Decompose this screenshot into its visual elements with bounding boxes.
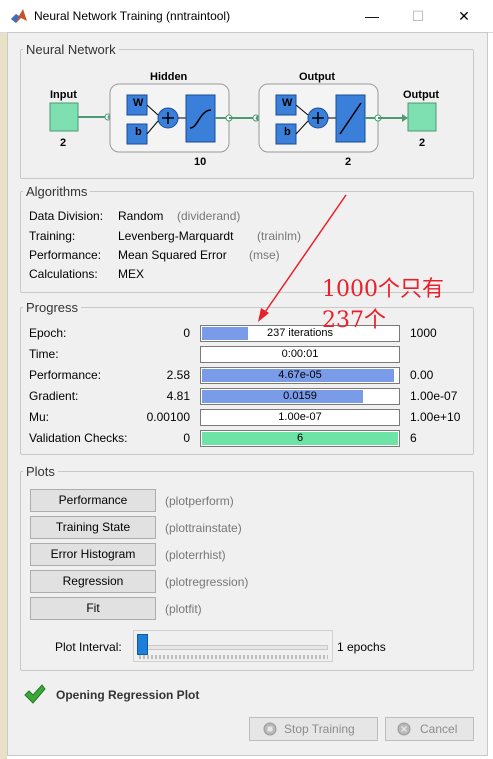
slider-track <box>138 645 328 650</box>
progress-start-value: 4.81 <box>166 389 190 403</box>
algorithm-value-training: Levenberg-Marquardt <box>118 229 234 243</box>
plots-section-title: Plots <box>23 464 58 479</box>
title-bar: Neural Network Training (nntraintool) — … <box>0 0 493 33</box>
algorithm-label-division: Data Division: <box>29 209 104 223</box>
output-layer-label: Output <box>299 71 336 83</box>
algorithm-label-training: Training: <box>29 229 76 243</box>
progress-bar-text: 4.67e-05 <box>278 369 322 381</box>
output-w-letter: W <box>282 97 293 109</box>
window-title: Neural Network Training (nntraintool) <box>34 9 231 23</box>
progress-end-value: 0.00 <box>410 368 434 382</box>
progress-bar: 0.0159 <box>200 388 400 405</box>
progress-label: Performance: <box>29 368 102 382</box>
matlab-icon <box>11 9 27 23</box>
progress-section-title: Progress <box>23 300 82 315</box>
hidden-b-letter: b <box>135 126 142 138</box>
slider-thumb[interactable] <box>137 634 148 655</box>
background-window-edge <box>0 32 7 759</box>
algorithm-label-performance: Performance: <box>29 248 102 262</box>
maximize-button[interactable]: ☐ <box>395 2 441 30</box>
close-button[interactable]: ✕ <box>441 2 487 30</box>
cancel-button[interactable]: Cancel <box>385 717 474 741</box>
plot-regression-fn: (plotregression) <box>165 575 249 589</box>
plot-interval-slider[interactable] <box>133 630 333 662</box>
algorithm-label-calculations: Calculations: <box>29 267 98 281</box>
progress-bar-text: 1.00e-07 <box>278 411 322 423</box>
plot-regression-button[interactable]: Regression <box>30 570 156 593</box>
progress-end-value: 6 <box>410 431 417 445</box>
cancel-icon <box>397 722 411 736</box>
progress-end-value: 1000 <box>410 326 437 340</box>
algorithm-fn-performance: (mse) <box>249 248 280 262</box>
hidden-size: 10 <box>194 156 207 168</box>
output-label: Output <box>403 89 440 101</box>
progress-bar-text: 6 <box>296 432 304 444</box>
plot-training-state-button[interactable]: Training State <box>30 516 156 539</box>
algorithm-value-performance: Mean Squared Error <box>118 248 227 262</box>
progress-start-value: 0.00100 <box>146 410 190 424</box>
stop-icon <box>263 722 277 736</box>
input-size: 2 <box>60 137 67 149</box>
stop-training-button[interactable]: Stop Training <box>249 717 378 741</box>
plot-training-state-fn: (plottrainstate) <box>165 521 242 535</box>
plot-fit-fn: (plotfit) <box>165 602 202 616</box>
progress-bar: 4.67e-05 <box>200 367 400 384</box>
annotation-text-line1: 1000个只有 <box>322 277 444 302</box>
progress-label: Mu: <box>29 410 50 424</box>
status-text: Opening Regression Plot <box>56 688 200 702</box>
network-diagram <box>49 83 437 153</box>
plot-performance-fn: (plotperform) <box>165 494 234 508</box>
progress-bar-text: 0:00:01 <box>281 348 319 360</box>
hidden-w-letter: W <box>133 97 144 109</box>
plot-performance-button[interactable]: Performance <box>30 489 156 512</box>
algorithm-fn-training: (trainlm) <box>257 229 301 243</box>
hidden-label: Hidden <box>150 71 188 83</box>
progress-label: Time: <box>29 347 59 361</box>
progress-end-value: 1.00e+10 <box>410 410 461 424</box>
network-section-title: Neural Network <box>23 42 119 57</box>
algorithms-section-title: Algorithms <box>23 184 91 199</box>
input-box <box>49 102 79 132</box>
plot-interval-label: Plot Interval: <box>55 640 122 654</box>
progress-end-value: 1.00e-07 <box>410 389 458 403</box>
plot-fit-button[interactable]: Fit <box>30 597 156 620</box>
progress-bar: 1.00e-07 <box>200 409 400 426</box>
annotation-text-line2: 237个 <box>322 308 386 333</box>
progress-label: Epoch: <box>29 326 67 340</box>
plot-error-histogram-button[interactable]: Error Histogram <box>30 543 156 566</box>
checkmark-icon <box>24 684 46 704</box>
progress-start-value: 2.58 <box>166 368 190 382</box>
plot-interval-value: 1 epochs <box>337 640 386 654</box>
stop-training-label: Stop Training <box>284 722 355 736</box>
output-layer-size: 2 <box>345 156 352 168</box>
progress-start-value: 0 <box>183 431 190 445</box>
algorithm-fn-division: (dividerand) <box>177 209 241 223</box>
progress-bar: 0:00:01 <box>200 346 400 363</box>
slider-ticks <box>139 655 328 659</box>
algorithm-value-division: Random <box>118 209 164 223</box>
progress-label: Gradient: <box>29 389 79 403</box>
output-box <box>407 102 437 132</box>
plot-error-histogram-fn: (ploterrhist) <box>165 548 226 562</box>
progress-bar-text: 0.0159 <box>283 390 317 402</box>
input-label: Input <box>50 89 77 101</box>
output-b-letter: b <box>284 126 291 138</box>
output-size: 2 <box>419 137 426 149</box>
minimize-button[interactable]: — <box>349 2 395 30</box>
cancel-label: Cancel <box>420 722 458 736</box>
algorithm-value-calculations: MEX <box>118 267 145 281</box>
progress-start-value: 0 <box>183 326 190 340</box>
progress-bar: 6 <box>200 430 400 447</box>
